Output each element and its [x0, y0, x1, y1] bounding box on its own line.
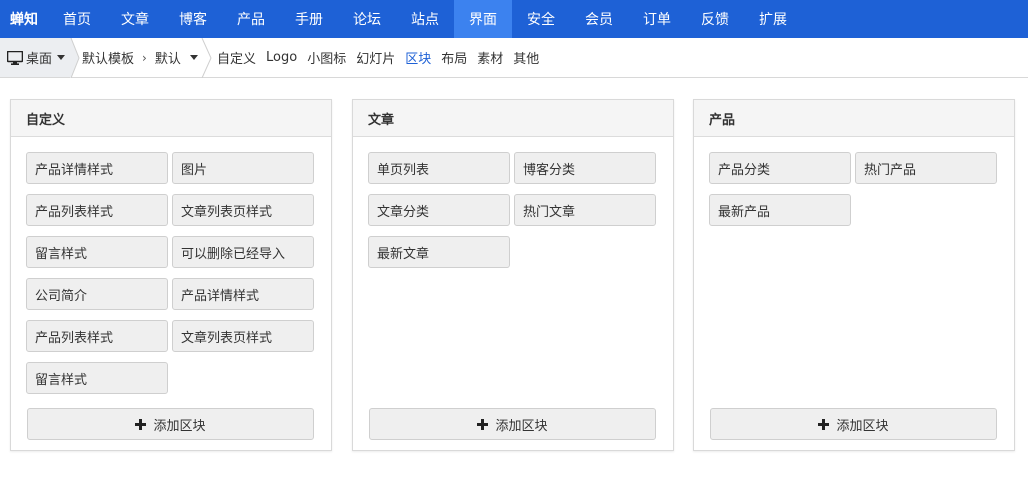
nav-item-forum[interactable]: 论坛 — [338, 0, 396, 38]
chevron-down-icon — [57, 55, 66, 60]
breadcrumb-arrow-icon — [70, 38, 80, 78]
nav-item-security[interactable]: 安全 — [512, 0, 570, 38]
panel-product: 产品 产品分类 热门产品 最新产品 添加区块 — [693, 99, 1015, 451]
breadcrumb-arrow-icon — [201, 38, 212, 78]
desktop-icon — [7, 50, 23, 65]
nav-item-home[interactable]: 首页 — [48, 0, 106, 38]
block-item[interactable]: 单页列表 — [368, 152, 510, 184]
add-block-label: 添加区块 — [153, 418, 206, 434]
device-label: 桌面 — [26, 52, 53, 67]
panel-title: 产品 — [694, 100, 1014, 137]
block-item[interactable]: 图片 — [172, 152, 314, 184]
panel-title: 文章 — [353, 100, 673, 137]
subnav-slides[interactable]: 幻灯片 — [356, 48, 395, 67]
nav-item-member[interactable]: 会员 — [570, 0, 628, 38]
add-block-button[interactable]: 添加区块 — [710, 408, 997, 440]
block-item[interactable]: 最新文章 — [368, 236, 510, 268]
nav-item-site[interactable]: 站点 — [396, 0, 454, 38]
block-item[interactable]: 热门产品 — [855, 152, 997, 184]
block-item[interactable]: 产品详情样式 — [172, 278, 314, 310]
subnav-favicon[interactable]: 小图标 — [307, 48, 346, 67]
panel-article: 文章 单页列表 博客分类 文章分类 热门文章 最新文章 添加区块 — [352, 99, 674, 451]
add-block-button[interactable]: 添加区块 — [369, 408, 656, 440]
subnav-blocks[interactable]: 区块 — [405, 48, 431, 67]
brand-logo[interactable]: 蝉知 — [0, 0, 48, 38]
plus-icon — [477, 418, 489, 430]
block-item[interactable]: 产品列表样式 — [26, 194, 168, 226]
add-block-label: 添加区块 — [495, 418, 548, 434]
theme-label: 默认 — [154, 52, 181, 67]
block-item[interactable]: 公司简介 — [26, 278, 168, 310]
ui-subnav: 自定义 Logo 小图标 幻灯片 区块 布局 素材 其他 — [217, 38, 549, 77]
subnav-other[interactable]: 其他 — [513, 48, 539, 67]
chevron-down-icon — [189, 55, 198, 60]
nav-item-order[interactable]: 订单 — [628, 0, 686, 38]
breadcrumb: 默认模板 › 默认 — [82, 38, 198, 77]
subnav-logo[interactable]: Logo — [266, 50, 297, 65]
panel-custom: 自定义 产品详情样式 图片 产品列表样式 文章列表页样式 留言样式 可以删除已经… — [10, 99, 332, 451]
breadcrumb-template[interactable]: 默认模板 — [82, 48, 134, 67]
plus-icon — [818, 418, 830, 430]
block-item[interactable]: 留言样式 — [26, 236, 168, 268]
plus-icon — [135, 418, 147, 430]
add-block-button[interactable]: 添加区块 — [27, 408, 314, 440]
sub-toolbar: 桌面 默认模板 › 默认 自定义 Logo 小图标 幻灯片 区块 布局 素材 其… — [0, 38, 1028, 78]
block-item[interactable]: 文章列表页样式 — [172, 320, 314, 352]
top-nav-bar: 蝉知 首页 文章 博客 产品 手册 论坛 站点 界面 安全 会员 订单 反馈 扩… — [0, 0, 1028, 38]
block-item[interactable]: 文章分类 — [368, 194, 510, 226]
block-item[interactable]: 产品列表样式 — [26, 320, 168, 352]
block-item[interactable]: 博客分类 — [514, 152, 656, 184]
block-item[interactable]: 产品分类 — [709, 152, 851, 184]
block-item[interactable]: 热门文章 — [514, 194, 656, 226]
theme-dropdown[interactable]: 默认 — [155, 48, 198, 67]
nav-item-feedback[interactable]: 反馈 — [686, 0, 744, 38]
device-dropdown[interactable]: 桌面 — [0, 38, 72, 77]
block-item[interactable]: 可以删除已经导入 — [172, 236, 314, 268]
block-item[interactable]: 文章列表页样式 — [172, 194, 314, 226]
block-item[interactable]: 最新产品 — [709, 194, 851, 226]
nav-item-product[interactable]: 产品 — [222, 0, 280, 38]
panel-title: 自定义 — [11, 100, 331, 137]
nav-item-blog[interactable]: 博客 — [164, 0, 222, 38]
add-block-label: 添加区块 — [836, 418, 889, 434]
nav-item-ui[interactable]: 界面 — [454, 0, 512, 38]
nav-item-manual[interactable]: 手册 — [280, 0, 338, 38]
nav-item-extension[interactable]: 扩展 — [744, 0, 802, 38]
nav-item-article[interactable]: 文章 — [106, 0, 164, 38]
chevron-right-icon: › — [142, 50, 147, 65]
block-item[interactable]: 产品详情样式 — [26, 152, 168, 184]
subnav-assets[interactable]: 素材 — [477, 48, 503, 67]
subnav-layout[interactable]: 布局 — [441, 48, 467, 67]
subnav-custom[interactable]: 自定义 — [217, 48, 256, 67]
block-item[interactable]: 留言样式 — [26, 362, 168, 394]
